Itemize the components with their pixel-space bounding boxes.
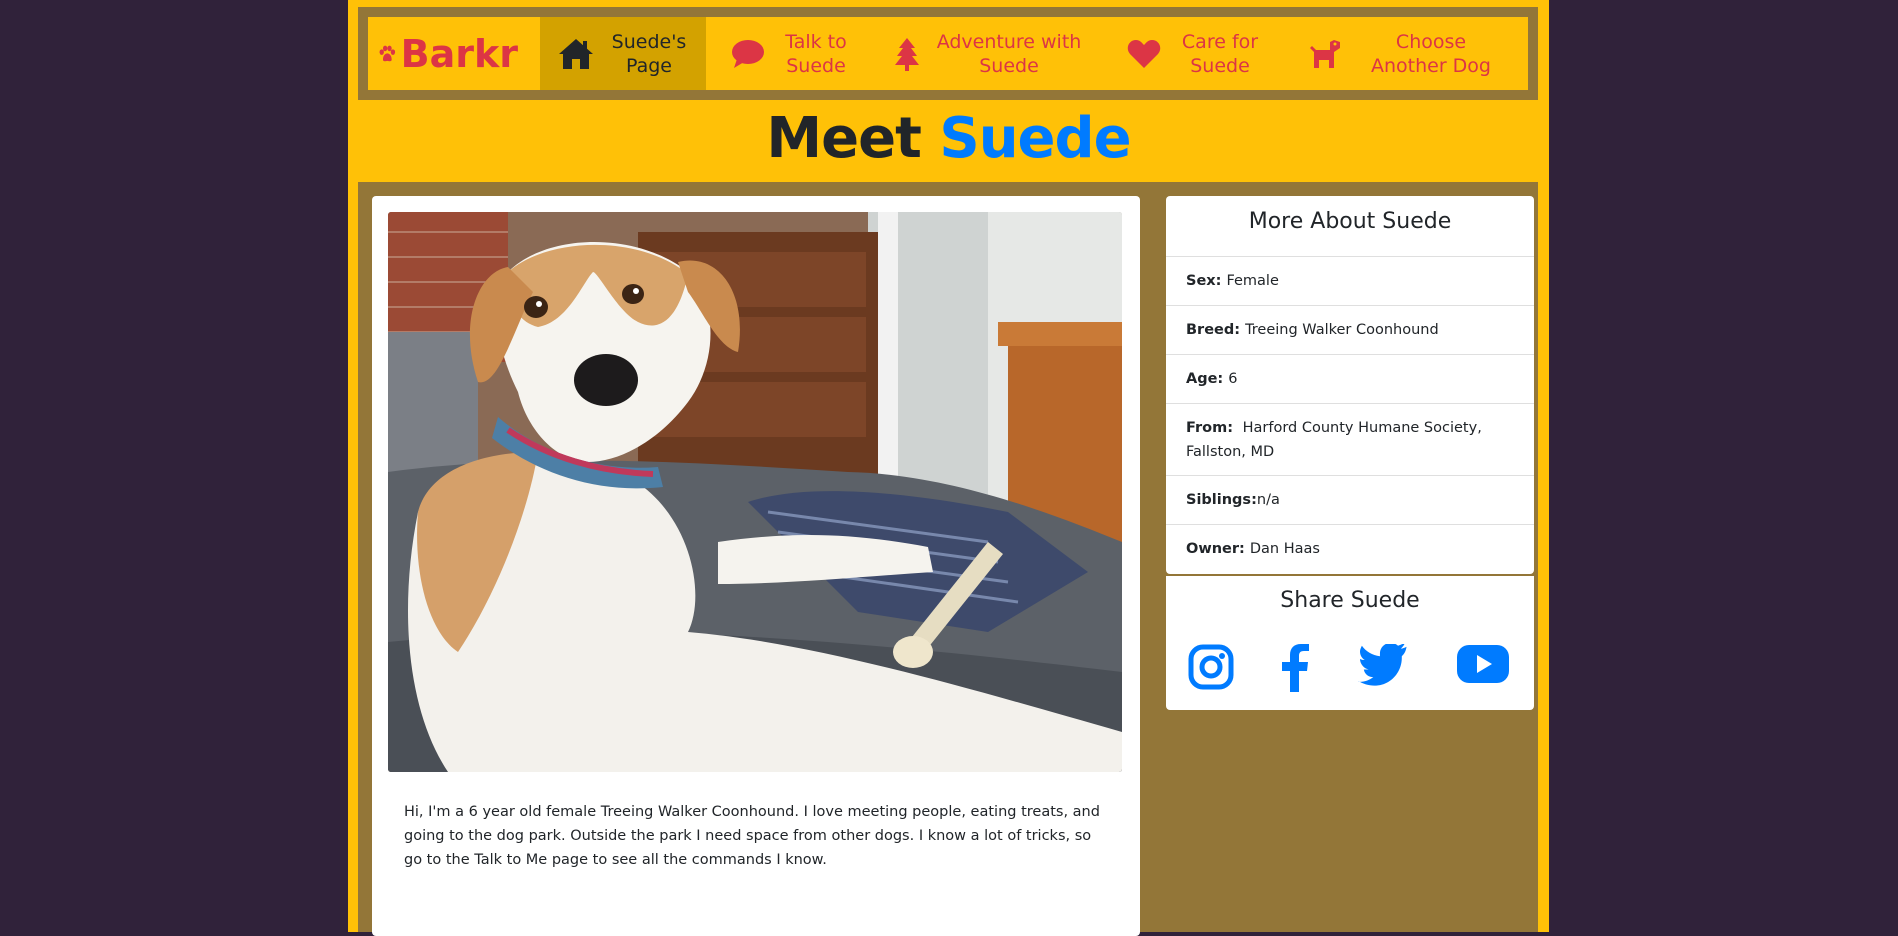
dog-photo-illustration — [388, 212, 1122, 772]
nav-label-care: Care for Suede — [1181, 30, 1259, 77]
about-row-sex: Sex: Female — [1166, 257, 1534, 306]
nav-label-suedes-page: Suede's Page — [611, 30, 687, 77]
nav-item-adventure[interactable]: Adventure with Suede — [878, 17, 1100, 90]
title-dog-name: Suede — [939, 106, 1131, 171]
share-card: Share Suede — [1166, 576, 1534, 710]
about-card: More About Suede Sex: Female Breed: Tree… — [1166, 196, 1534, 574]
dog-photo — [388, 212, 1122, 772]
instagram-icon[interactable] — [1188, 644, 1234, 690]
about-label-sex: Sex: — [1186, 273, 1222, 289]
about-value-owner: Dan Haas — [1249, 541, 1320, 557]
photo-card: Hi, I'm a 6 year old female Treeing Walk… — [372, 196, 1140, 936]
nav-item-care[interactable]: Care for Suede — [1102, 17, 1290, 90]
about-row-breed: Breed: Treeing Walker Coonhound — [1166, 306, 1534, 355]
about-row-owner: Owner: Dan Haas — [1166, 525, 1534, 573]
page-container: Barkr Suede's Page Talk to Suede Adventu… — [348, 0, 1549, 936]
dog-icon — [1310, 39, 1340, 68]
about-value-age: 6 — [1228, 371, 1238, 387]
about-title: More About Suede — [1166, 196, 1534, 257]
about-label-breed: Breed: — [1186, 322, 1241, 338]
about-label-age: Age: — [1186, 371, 1224, 387]
nav-label-choose-dog: Choose Another Dog — [1370, 30, 1491, 77]
content-frame: Hi, I'm a 6 year old female Treeing Walk… — [358, 182, 1538, 936]
facebook-icon[interactable] — [1280, 644, 1310, 692]
tree-icon — [895, 37, 919, 71]
dog-bio: Hi, I'm a 6 year old female Treeing Walk… — [404, 804, 1100, 868]
about-value-sex: Female — [1226, 273, 1279, 289]
youtube-icon[interactable] — [1456, 644, 1510, 684]
nav-label-talk: Talk to Suede — [785, 30, 847, 77]
heart-icon — [1127, 39, 1161, 68]
page-title: Meet Suede — [348, 104, 1549, 174]
about-value-breed: Treeing Walker Coonhound — [1245, 322, 1439, 338]
about-label-from: From: — [1186, 420, 1233, 436]
share-title: Share Suede — [1280, 588, 1420, 613]
home-icon — [559, 38, 593, 69]
brand-logo[interactable]: Barkr — [378, 17, 518, 90]
nav-item-talk[interactable]: Talk to Suede — [708, 17, 876, 90]
paw-icon — [379, 45, 396, 61]
about-row-siblings: Siblings: n/a — [1166, 476, 1534, 525]
nav-item-suedes-page[interactable]: Suede's Page — [540, 17, 706, 90]
nav-item-choose-dog[interactable]: Choose Another Dog — [1292, 17, 1522, 90]
about-value-siblings: n/a — [1256, 492, 1280, 508]
brand-name: Barkr — [400, 31, 518, 76]
about-row-from: From: Harford County Humane Society, Fal… — [1166, 404, 1534, 476]
about-label-owner: Owner: — [1186, 541, 1245, 557]
share-icons — [1166, 644, 1534, 700]
about-row-age: Age: 6 — [1166, 355, 1534, 404]
navbar-frame: Barkr Suede's Page Talk to Suede Adventu… — [358, 7, 1538, 100]
navbar: Barkr Suede's Page Talk to Suede Adventu… — [368, 17, 1528, 90]
nav-label-adventure: Adventure with Suede — [936, 30, 1082, 77]
about-label-siblings: Siblings: — [1186, 492, 1257, 508]
speech-bubble-icon — [731, 39, 764, 68]
twitter-icon[interactable] — [1358, 644, 1408, 688]
title-prefix: Meet — [766, 106, 921, 171]
